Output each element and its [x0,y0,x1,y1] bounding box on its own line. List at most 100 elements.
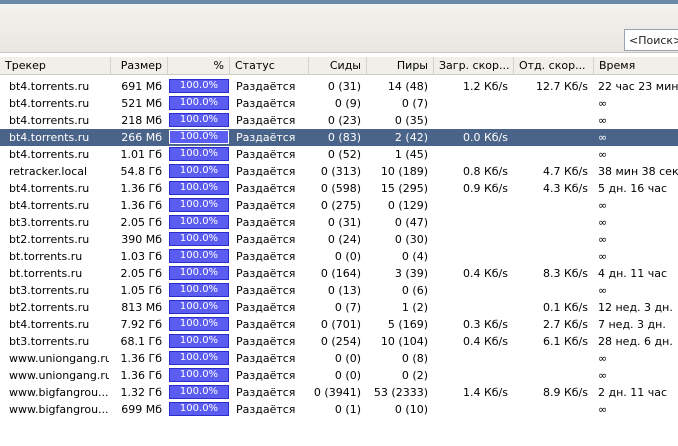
upload-speed-cell [514,231,588,248]
seeds-cell: 0 (0) [334,369,361,382]
seeds-cell: 0 (24) [327,233,361,246]
column-header-tracker[interactable]: Трекер [0,57,111,74]
time-cell: 2 дн. 11 час [598,386,668,399]
table-row[interactable]: bt3.torrents.ru 2.05 Гб Раздаётся 0 (31) 0 (… [0,214,678,231]
time-cell: ∞ [598,97,608,110]
download-speed-cell [434,282,508,299]
progress-bar: 100.0% [169,351,229,365]
seeds-cell: 0 (52) [327,148,361,161]
download-speed-cell: 0.8 Кб/s [462,165,508,178]
time-cell: 22 час 23 мин [598,80,678,93]
table-row[interactable]: www.bigfangrou... 1.32 Гб Раздаётся 0 (3941… [0,384,678,401]
download-speed-cell [434,214,508,231]
upload-speed-cell: 8.9 Кб/s [542,386,588,399]
column-header-percent[interactable]: % [168,57,230,74]
status-cell: Раздаётся [236,250,296,263]
table-row[interactable]: bt4.torrents.ru 1.01 Гб Раздаётся 0 (52) 1 (… [0,146,678,163]
seeds-cell: 0 (0) [334,352,361,365]
peers-cell: 10 (104) [380,335,428,348]
time-cell: ∞ [598,352,608,365]
tracker-cell: bt4.torrents.ru [9,114,90,127]
tracker-cell: bt3.torrents.ru [9,216,90,229]
table-row[interactable]: bt2.torrents.ru 390 Мб Раздаётся 0 (24) 0 (3… [0,231,678,248]
peers-cell: 0 (4) [401,250,428,263]
column-header-time[interactable]: Время [594,57,678,74]
download-speed-cell [434,367,508,384]
tracker-cell: bt4.torrents.ru [9,97,90,110]
search-input[interactable]: <Поиск> [624,29,678,51]
time-cell: ∞ [598,284,608,297]
table-row[interactable]: www.uniongang.ru 1.36 Гб Раздаётся 0 (0) 0 (… [0,350,678,367]
column-header-size[interactable]: Размер [111,57,168,74]
peers-cell: 0 (8) [401,352,428,365]
seeds-cell: 0 (1) [334,403,361,416]
table-row[interactable]: bt3.torrents.ru 1.05 Гб Раздаётся 0 (13) 0 (… [0,282,678,299]
time-cell: ∞ [598,199,608,212]
size-cell: 390 Мб [121,233,162,246]
seeds-cell: 0 (31) [327,80,361,93]
table-row[interactable]: bt.torrents.ru 1.03 Гб Раздаётся 0 (0) 0 (4)… [0,248,678,265]
upload-speed-cell [514,367,588,384]
seeds-cell: 0 (254) [320,335,361,348]
peers-cell: 15 (295) [380,182,428,195]
seeds-cell: 0 (83) [327,131,361,144]
upload-speed-cell [514,401,588,418]
table-row[interactable]: www.bigfangrou... 699 Мб Раздаётся 0 (1) 0 (… [0,401,678,418]
upload-speed-cell [514,282,588,299]
size-cell: 1.36 Гб [120,352,162,365]
table-row[interactable]: bt.torrents.ru 2.05 Гб Раздаётся 0 (164) 3 (… [0,265,678,282]
progress-bar: 100.0% [169,215,229,229]
column-header-seeds[interactable]: Сиды [309,57,367,74]
seeds-cell: 0 (7) [334,301,361,314]
table-row[interactable]: bt4.torrents.ru 1.36 Гб Раздаётся 0 (275) 0 … [0,197,678,214]
seeds-cell: 0 (13) [327,284,361,297]
size-cell: 1.36 Гб [120,199,162,212]
peers-cell: 14 (48) [387,80,428,93]
column-header-peers[interactable]: Пиры [367,57,434,74]
download-speed-cell: 0.4 Кб/s [462,267,508,280]
table-row[interactable]: bt4.torrents.ru 266 Мб Раздаётся 0 (83) 2 (4… [0,129,678,146]
table-row[interactable]: bt2.torrents.ru 813 Мб Раздаётся 0 (7) 1 (2)… [0,299,678,316]
size-cell: 1.32 Гб [120,386,162,399]
tracker-cell: bt4.torrents.ru [9,318,90,331]
status-cell: Раздаётся [236,233,296,246]
table-row[interactable]: retracker.local 54.8 Гб Раздаётся 0 (313) 10… [0,163,678,180]
size-cell: 1.01 Гб [120,148,162,161]
table-row[interactable]: bt4.torrents.ru 521 Мб Раздаётся 0 (9) 0 (7)… [0,95,678,112]
table-row[interactable]: bt4.torrents.ru 218 Мб Раздаётся 0 (23) 0 (3… [0,112,678,129]
size-cell: 699 Мб [121,403,162,416]
upload-speed-cell [514,95,588,112]
tracker-cell: retracker.local [9,165,88,178]
time-cell: ∞ [598,233,608,246]
seeds-cell: 0 (3941) [313,386,361,399]
tracker-cell: bt4.torrents.ru [9,148,90,161]
column-header-status[interactable]: Статус [230,57,309,74]
seeds-cell: 0 (275) [320,199,361,212]
tracker-cell: www.uniongang.ru [9,352,109,365]
size-cell: 1.03 Гб [120,250,162,263]
upload-speed-cell: 2.7 Кб/s [542,318,588,331]
table-row[interactable]: bt4.torrents.ru 7.92 Гб Раздаётся 0 (701) 5 … [0,316,678,333]
table-row[interactable]: bt4.torrents.ru 1.36 Гб Раздаётся 0 (598) 15… [0,180,678,197]
time-cell: 7 нед. 3 дн. [598,318,666,331]
table-row[interactable]: bt4.torrents.ru 691 Мб Раздаётся 0 (31) 14 (… [0,78,678,95]
table-row[interactable]: www.uniongang.ru 1.36 Гб Раздаётся 0 (0) 0 (… [0,367,678,384]
size-cell: 521 Мб [121,97,162,110]
peers-cell: 0 (6) [401,284,428,297]
time-cell: ∞ [598,148,608,161]
peers-cell: 1 (2) [401,301,428,314]
status-cell: Раздаётся [236,284,296,297]
table-row[interactable]: bt3.torrents.ru 68.1 Гб Раздаётся 0 (254) 10… [0,333,678,350]
status-cell: Раздаётся [236,216,296,229]
progress-bar: 100.0% [169,317,229,331]
progress-bar: 100.0% [169,402,229,416]
tracker-cell: bt3.torrents.ru [9,284,90,297]
status-cell: Раздаётся [236,318,296,331]
progress-bar: 100.0% [169,147,229,161]
download-speed-cell: 0.3 Кб/s [462,318,508,331]
column-header-upload-speed[interactable]: Отд. скор... [514,57,594,74]
size-cell: 266 Мб [121,131,162,144]
column-header-download-speed[interactable]: Загр. скор... [434,57,514,74]
upload-speed-cell [514,214,588,231]
time-cell: ∞ [598,250,608,263]
